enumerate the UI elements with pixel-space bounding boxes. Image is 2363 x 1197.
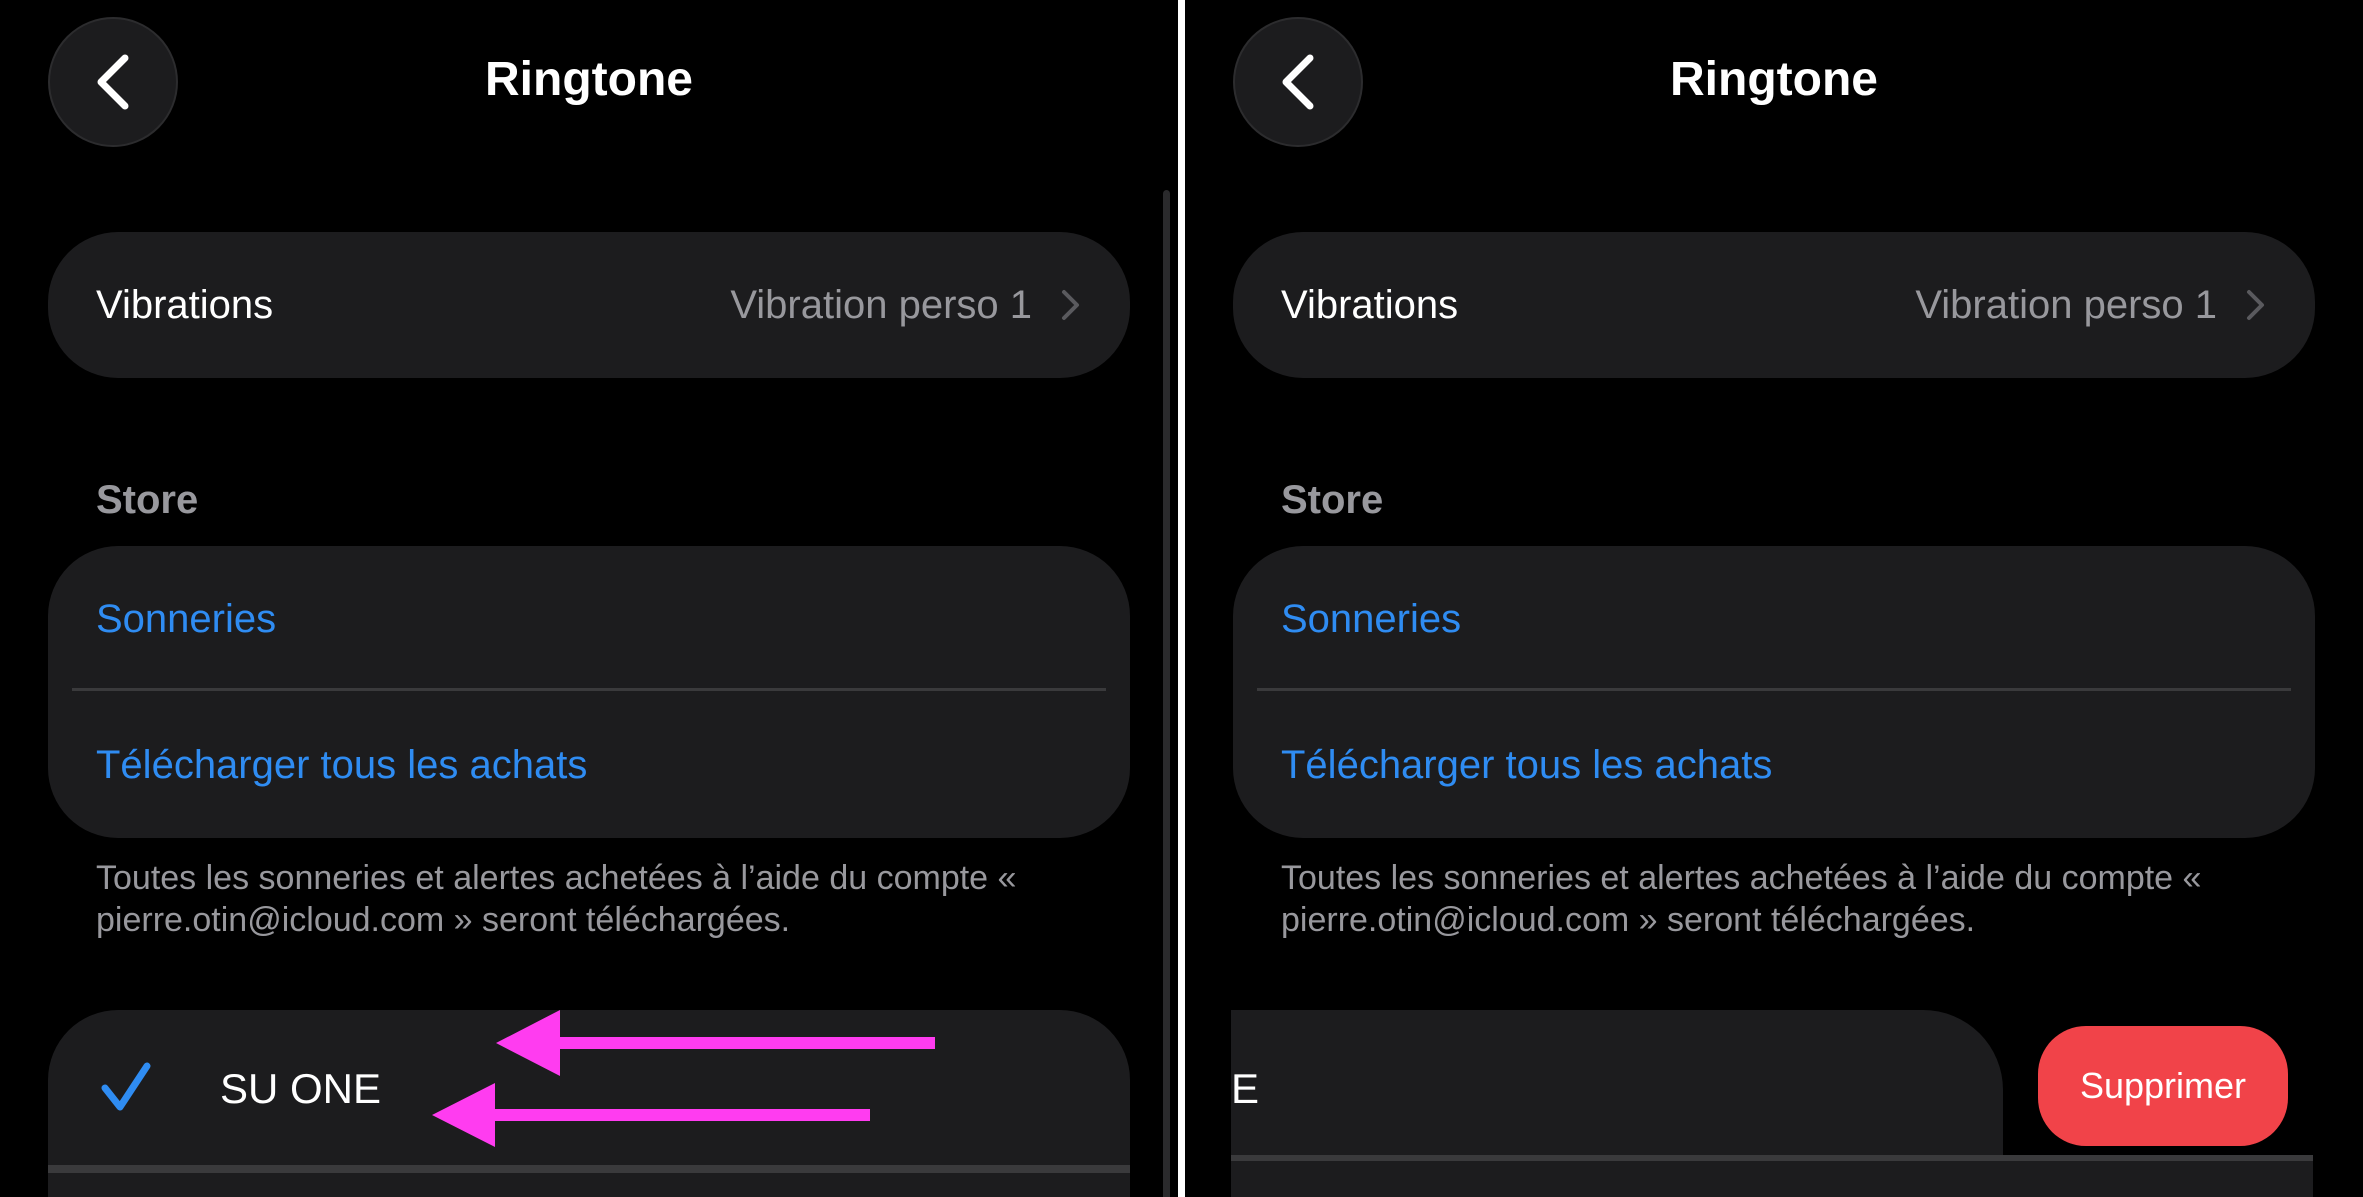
- download-all-purchases-link[interactable]: Télécharger tous les achats: [1233, 692, 2315, 838]
- checkmark-icon: [101, 1062, 151, 1111]
- ringtone-row-su-one[interactable]: SU ONE: [48, 1010, 1130, 1160]
- store-section-header: Store: [96, 478, 199, 522]
- store-card: Sonneries Télécharger tous les achats: [48, 546, 1130, 838]
- ringtone-label: SU ONE: [220, 1065, 382, 1112]
- sonneries-link[interactable]: Sonneries: [1233, 546, 2315, 692]
- ringtone-row-swiped[interactable]: E: [1231, 1010, 2003, 1160]
- vibrations-card: Vibrations Vibration perso 1: [1233, 232, 2315, 378]
- divider: [72, 688, 1106, 691]
- divider: [48, 1165, 1130, 1173]
- ringtone-label-clipped: E: [1231, 1065, 1260, 1112]
- vibrations-label: Vibrations: [96, 282, 274, 327]
- page-title: Ringtone: [485, 53, 693, 106]
- left-screen: Ringtone Vibrations Vibration perso 1 St…: [0, 0, 1178, 1197]
- page-title: Ringtone: [1670, 53, 1878, 106]
- vibrations-row[interactable]: Vibrations Vibration perso 1: [48, 232, 1130, 378]
- vibrations-card: Vibrations Vibration perso 1: [48, 232, 1130, 378]
- right-screen: Ringtone Vibrations Vibration perso 1 St…: [1185, 0, 2363, 1197]
- store-card: Sonneries Télécharger tous les achats: [1233, 546, 2315, 838]
- sonneries-link[interactable]: Sonneries: [48, 546, 1130, 692]
- vibrations-value: Vibration perso 1: [1915, 282, 2217, 327]
- divider: [1231, 1155, 2313, 1161]
- chevron-right-icon: [1062, 290, 1079, 320]
- vibrations-value: Vibration perso 1: [730, 282, 1032, 327]
- download-all-purchases-link[interactable]: Télécharger tous les achats: [48, 692, 1130, 838]
- store-section-header: Store: [1281, 478, 1384, 522]
- ringtone-list: SU ONE: [48, 1010, 1130, 1197]
- panel-divider: [1178, 0, 1185, 1197]
- vibrations-row[interactable]: Vibrations Vibration perso 1: [1233, 232, 2315, 378]
- divider: [1257, 688, 2291, 691]
- delete-button[interactable]: Supprimer: [2038, 1026, 2288, 1146]
- chevron-right-icon: [2247, 290, 2264, 320]
- scrollbar[interactable]: [1163, 190, 1170, 1197]
- vibrations-label: Vibrations: [1281, 282, 1459, 327]
- ringtone-list-next-row: [1231, 1158, 2313, 1197]
- store-footnote: Toutes les sonneries et alertes achetées…: [96, 859, 1017, 939]
- store-footnote: Toutes les sonneries et alertes achetées…: [1281, 859, 2202, 939]
